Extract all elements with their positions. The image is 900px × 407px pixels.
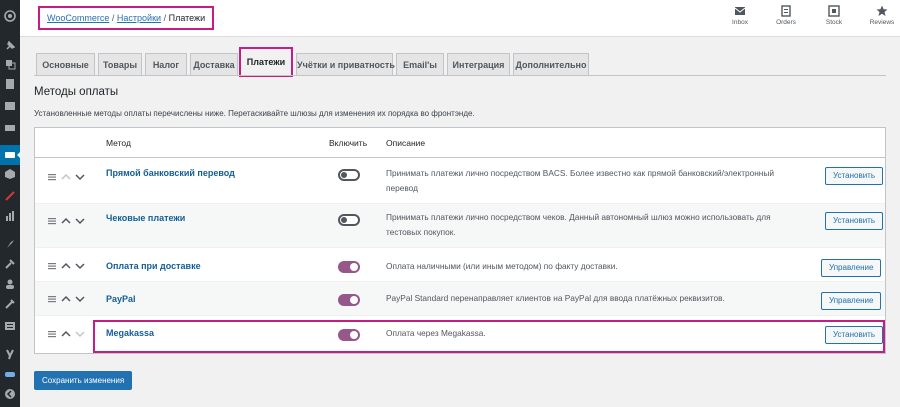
admin-sidebar (0, 0, 22, 407)
analytics-icon[interactable] (4, 210, 16, 222)
breadcrumb-current: Платежи (168, 13, 206, 23)
manage-button[interactable]: Управление (821, 259, 882, 277)
enable-toggle[interactable] (338, 214, 360, 226)
move-up-icon[interactable] (61, 261, 71, 271)
move-down-icon[interactable] (75, 329, 85, 339)
section-description: Установленные методы оплаты перечислены … (34, 109, 475, 118)
sidebar-active-arrow (17, 150, 22, 160)
save-changes-button[interactable]: Сохранить изменения (34, 371, 133, 390)
install-button[interactable]: Установить (825, 167, 883, 185)
tab-tax[interactable]: Налог (145, 53, 187, 75)
drag-handle-icon[interactable] (47, 329, 57, 339)
section-title: Методы оплаты (34, 86, 119, 98)
wordpress-logo-icon[interactable] (4, 10, 16, 22)
tab-accounts-privacy[interactable]: Учётки и приватность (296, 53, 395, 75)
move-down-icon[interactable] (75, 216, 85, 226)
column-method: Метод (106, 138, 131, 148)
method-name-link[interactable]: PayPal (106, 294, 136, 304)
row-sort-controls (47, 261, 85, 271)
woocommerce-header: WooCommerce / Настройки / Платежи Inbox … (20, 0, 900, 37)
orders-label: Orders (776, 19, 796, 26)
marketing-icon[interactable] (4, 190, 16, 202)
row-sort-controls (47, 294, 85, 304)
move-down-icon[interactable] (75, 261, 85, 271)
move-up-icon[interactable] (61, 294, 71, 304)
tab-shipping[interactable]: Доставка (190, 53, 238, 75)
pages-icon[interactable] (4, 78, 16, 90)
tab-advanced[interactable]: Дополнительно (513, 53, 589, 75)
column-description: Описание (386, 138, 426, 148)
drag-handle-icon[interactable] (47, 261, 57, 271)
drag-handle-icon[interactable] (47, 216, 57, 226)
breadcrumb-separator: / (111, 13, 115, 23)
enable-toggle[interactable] (338, 294, 360, 306)
woocommerce-icon[interactable] (4, 149, 16, 161)
products-icon[interactable] (4, 168, 16, 180)
method-description: Принимать платежи лично посредством чеко… (386, 212, 771, 237)
inbox-label: Inbox (732, 19, 748, 26)
tab-products[interactable]: Товары (98, 53, 142, 75)
media-icon[interactable] (4, 58, 16, 70)
reviews-button[interactable]: Reviews (860, 5, 900, 26)
install-button[interactable]: Установить (825, 212, 883, 230)
tabs-divider (34, 75, 886, 76)
move-down-icon[interactable] (75, 172, 85, 182)
move-up-icon[interactable] (61, 172, 71, 182)
table-row: Прямой банковский перевод Принимать плат… (35, 159, 885, 204)
tab-integration[interactable]: Интеграция (447, 53, 510, 75)
tab-emails[interactable]: Email'ы (396, 53, 444, 75)
reviews-label: Reviews (869, 19, 895, 26)
method-name-link[interactable]: Чековые платежи (106, 213, 185, 223)
inbox-button[interactable]: Inbox (718, 5, 762, 26)
settings-icon[interactable] (4, 320, 16, 332)
move-up-icon[interactable] (61, 329, 71, 339)
plugins-icon[interactable] (4, 258, 16, 270)
column-enable: Включить (329, 138, 368, 148)
drag-handle-icon[interactable] (47, 172, 57, 182)
stock-button[interactable]: Stock (812, 5, 856, 26)
method-description: PayPal Standard перенаправляет клиентов … (386, 293, 725, 303)
star-icon (876, 5, 888, 17)
yoast-icon[interactable] (4, 348, 16, 360)
enable-toggle[interactable] (338, 169, 360, 181)
method-description: Оплата наличными (или иным методом) по ф… (386, 261, 618, 271)
collapse-menu-icon[interactable] (4, 388, 16, 400)
stock-label: Stock (825, 19, 843, 26)
users-icon[interactable] (4, 278, 16, 290)
breadcrumb-separator: / (163, 13, 167, 23)
move-down-icon[interactable] (75, 294, 85, 304)
tab-payments[interactable]: Платежи (239, 47, 293, 77)
table-row: Чековые платежи Принимать платежи лично … (35, 204, 885, 248)
breadcrumb-settings-link[interactable]: Настройки (117, 13, 161, 23)
row-sort-controls (47, 329, 85, 339)
stock-icon (828, 5, 840, 17)
row-sort-controls (47, 172, 85, 182)
tab-general[interactable]: Основные (36, 53, 95, 75)
enable-toggle[interactable] (338, 261, 360, 273)
megakassa-highlight (93, 320, 885, 353)
inbox-icon (734, 5, 746, 17)
tools-icon[interactable] (4, 298, 16, 310)
comments-icon[interactable] (4, 100, 16, 112)
plugin-icon[interactable] (4, 368, 16, 380)
contact-icon[interactable] (4, 122, 16, 134)
method-name-link[interactable]: Прямой банковский перевод (106, 168, 235, 178)
row-sort-controls (47, 216, 85, 226)
pin-icon[interactable] (4, 40, 16, 52)
orders-icon (780, 5, 792, 17)
move-up-icon[interactable] (61, 216, 71, 226)
manage-button[interactable]: Управление (821, 292, 882, 310)
breadcrumb: WooCommerce / Настройки / Платежи (38, 6, 215, 30)
method-description: Принимать платежи лично посредством BACS… (386, 168, 774, 193)
breadcrumb-woocommerce-link[interactable]: WooCommerce (47, 13, 109, 23)
drag-handle-icon[interactable] (47, 294, 57, 304)
method-name-link[interactable]: Оплата при доставке (106, 261, 201, 271)
table-row: Оплата при доставке Оплата наличными (ил… (35, 248, 885, 282)
table-header: Метод Включить Описание (35, 128, 885, 158)
appearance-icon[interactable] (4, 238, 16, 250)
orders-button[interactable]: Orders (764, 5, 808, 26)
table-row: PayPal PayPal Standard перенаправляет кл… (35, 282, 885, 316)
